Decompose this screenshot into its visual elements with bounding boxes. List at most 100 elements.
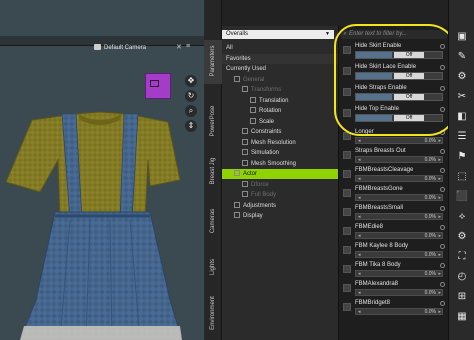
decrement-arrow-icon[interactable]: ◂ — [358, 157, 361, 163]
toolbar-tool-icon[interactable]: ⊞ — [455, 290, 469, 304]
toolbar-tool-icon[interactable]: ◧ — [455, 110, 469, 124]
expand-toggle-icon[interactable] — [234, 201, 240, 208]
tree-item[interactable]: Adjustments — [222, 201, 338, 211]
tree-item[interactable]: General — [222, 75, 338, 85]
decrement-arrow-icon[interactable]: ◂ — [358, 271, 361, 277]
decrement-arrow-icon[interactable]: ◂ — [358, 233, 361, 239]
tree-item[interactable]: Display — [222, 211, 338, 221]
tree-item[interactable]: Mesh Smoothing — [222, 159, 338, 169]
toolbar-tool-icon[interactable]: ⟡ — [455, 210, 469, 224]
gear-icon[interactable] — [440, 263, 445, 268]
toolbar-tool-icon[interactable]: ✎ — [455, 50, 469, 64]
toolbar-tool-icon[interactable]: ⚙ — [455, 70, 469, 84]
toolbar-tool-icon[interactable]: ⬛ — [455, 190, 469, 204]
decrement-arrow-icon[interactable]: ◂ — [358, 309, 361, 315]
tree-item[interactable]: Transforms — [222, 85, 338, 95]
value-slider[interactable]: ◂ 0.0% ▸ — [355, 137, 443, 144]
tree-item[interactable]: Full Body — [222, 190, 338, 200]
gear-icon[interactable] — [440, 206, 445, 211]
tree-item[interactable]: Rotation — [222, 106, 338, 116]
close-icon[interactable]: ✕ — [176, 43, 184, 51]
value-slider[interactable]: ◂ 0.0% ▸ — [355, 175, 443, 182]
viewport[interactable]: Default Camera ✕ ≡ ✥ ↻ ⌕ ⇕ — [0, 0, 204, 340]
tree-item[interactable]: Actor — [222, 169, 338, 179]
increment-arrow-icon[interactable]: ▸ — [438, 176, 441, 182]
toolbar-tool-icon[interactable]: ◴ — [455, 270, 469, 284]
toolbar-tool-icon[interactable]: ⚑ — [455, 150, 469, 164]
decrement-arrow-icon[interactable]: ◂ — [358, 138, 361, 144]
tree-item[interactable]: Constraints — [222, 127, 338, 137]
expand-toggle-icon[interactable] — [250, 96, 256, 103]
tree-item[interactable]: Translation — [222, 96, 338, 106]
menu-icon[interactable]: ≡ — [186, 43, 194, 51]
gear-icon[interactable] — [440, 149, 445, 154]
value-slider[interactable]: ◂ 0.0% ▸ — [355, 270, 443, 277]
gear-icon[interactable] — [440, 282, 445, 287]
tab-breast-jig[interactable]: Breast Jig — [204, 150, 222, 194]
increment-arrow-icon[interactable]: ▸ — [438, 290, 441, 296]
increment-arrow-icon[interactable]: ▸ — [438, 195, 441, 201]
decrement-arrow-icon[interactable]: ◂ — [358, 176, 361, 182]
gear-icon[interactable] — [440, 244, 445, 249]
expand-toggle-icon[interactable] — [242, 138, 248, 145]
value-slider[interactable]: ◂ 0.0% ▸ — [355, 156, 443, 163]
expand-toggle-icon[interactable] — [234, 212, 240, 218]
tree-item[interactable]: Mesh Resolution — [222, 138, 338, 148]
tree-item[interactable]: Simulation — [222, 148, 338, 158]
decrement-arrow-icon[interactable]: ◂ — [358, 252, 361, 258]
tree-item[interactable]: Currently Used — [222, 64, 338, 74]
toolbar-tool-icon[interactable]: ▦ — [455, 310, 469, 324]
tree-item[interactable]: All — [222, 43, 338, 53]
tree-item-label: Mesh Smoothing — [251, 160, 297, 167]
value-slider[interactable]: ◂ 0.0% ▸ — [355, 213, 443, 220]
tree-item[interactable]: Favorites — [222, 53, 338, 64]
slider-value: 0.0% — [424, 309, 436, 315]
tab-environment[interactable]: Environment — [204, 292, 222, 336]
value-slider[interactable]: ◂ 0.0% ▸ — [355, 289, 443, 296]
toolbar-tool-icon[interactable]: ☰ — [455, 130, 469, 144]
gear-icon[interactable] — [440, 301, 445, 306]
expand-toggle-icon[interactable] — [242, 180, 248, 187]
toolbar-tool-icon[interactable]: ▣ — [455, 30, 469, 44]
increment-arrow-icon[interactable]: ▸ — [438, 252, 441, 258]
value-slider[interactable]: ◂ 0.0% ▸ — [355, 251, 443, 258]
decrement-arrow-icon[interactable]: ◂ — [358, 290, 361, 296]
gear-icon[interactable] — [440, 187, 445, 192]
decrement-arrow-icon[interactable]: ◂ — [358, 195, 361, 201]
gear-icon[interactable] — [440, 168, 445, 173]
camera-selector[interactable]: Default Camera — [104, 45, 146, 51]
tab-lights[interactable]: Lights — [204, 248, 222, 288]
toolbar-tool-icon[interactable]: ✂ — [455, 90, 469, 104]
increment-arrow-icon[interactable]: ▸ — [438, 214, 441, 220]
expand-toggle-icon[interactable] — [242, 159, 248, 166]
toolbar-tool-icon[interactable]: ⛶ — [455, 250, 469, 264]
tree-item-label: Mesh Resolution — [251, 139, 296, 146]
tab-cameras[interactable]: Cameras — [204, 200, 222, 244]
expand-toggle-icon[interactable] — [250, 107, 256, 113]
increment-arrow-icon[interactable]: ▸ — [438, 271, 441, 277]
increment-arrow-icon[interactable]: ▸ — [438, 233, 441, 239]
tree-item[interactable]: Scale — [222, 117, 338, 127]
decrement-arrow-icon[interactable]: ◂ — [358, 214, 361, 220]
expand-toggle-icon[interactable] — [250, 117, 256, 124]
expand-toggle-icon[interactable] — [242, 191, 248, 197]
value-slider[interactable]: ◂ 0.0% ▸ — [355, 308, 443, 315]
value-slider[interactable]: ◂ 0.0% ▸ — [355, 232, 443, 239]
increment-arrow-icon[interactable]: ▸ — [438, 157, 441, 163]
toolbar-tool-icon[interactable]: ⚙ — [455, 230, 469, 244]
pan-tool-icon[interactable]: ✥ — [185, 75, 197, 87]
tab-parameters[interactable]: Parameters — [204, 40, 222, 84]
expand-toggle-icon[interactable] — [242, 149, 248, 155]
tab-powerpose[interactable]: PowerPose — [204, 100, 222, 144]
expand-toggle-icon[interactable] — [234, 75, 240, 82]
expand-toggle-icon[interactable] — [234, 170, 240, 176]
toolbar-tool-icon[interactable]: ⬚ — [455, 170, 469, 184]
increment-arrow-icon[interactable]: ▸ — [438, 138, 441, 144]
expand-toggle-icon[interactable] — [242, 128, 248, 134]
expand-toggle-icon[interactable] — [242, 86, 248, 92]
increment-arrow-icon[interactable]: ▸ — [438, 309, 441, 315]
value-slider[interactable]: ◂ 0.0% ▸ — [355, 194, 443, 201]
tree-item[interactable]: Dforce — [222, 180, 338, 190]
gear-icon[interactable] — [440, 225, 445, 230]
node-selector-dropdown[interactable]: Overalls ▼ — [222, 30, 334, 39]
